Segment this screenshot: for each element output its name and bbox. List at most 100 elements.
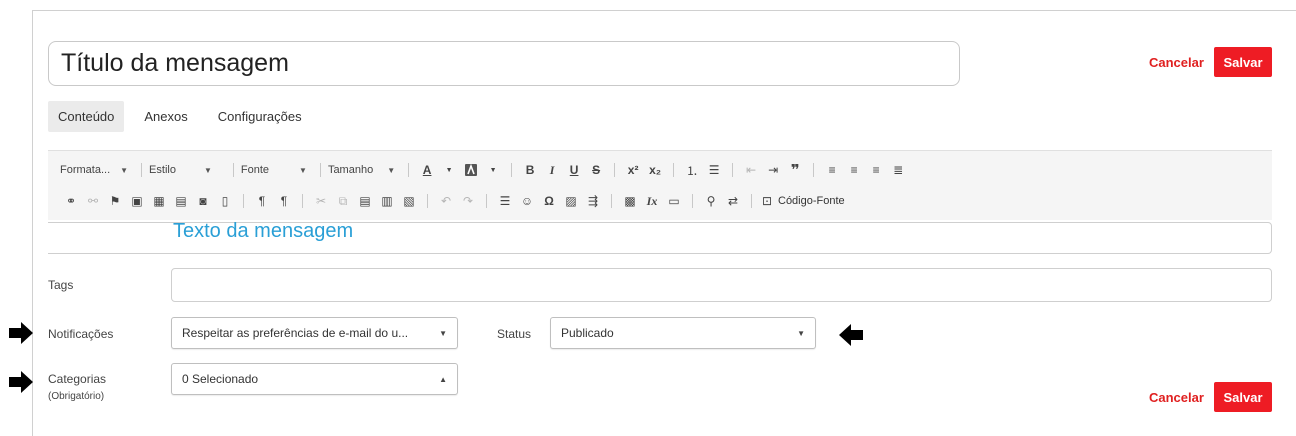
toolbar-row-1: Formata... ▼ Estilo ▼ Fonte ▼ Tamanho ▼ …	[60, 159, 909, 181]
size-combo-label: Tamanho	[327, 164, 374, 176]
chevron-up-icon: ▲	[439, 375, 447, 384]
maximize-icon[interactable]: ▭	[666, 193, 682, 209]
editor-body[interactable]: Texto da mensagem	[48, 220, 1272, 254]
toolbar-divider	[408, 163, 410, 177]
bulleted-list-icon[interactable]: ☰	[706, 162, 722, 178]
message-title-input[interactable]	[48, 41, 960, 86]
toolbar-row-2: ⚭ ⚯ ⚑ ▣ ▦ ▤ ◙ ▯ ¶ ¶ ✂ ⧉ ▤ ▥ ▧ ↶ ↷ ☰ ☺ Ω …	[60, 190, 851, 212]
rtl-direction-icon[interactable]: ¶	[276, 193, 292, 209]
link-icon[interactable]: ⚭	[63, 193, 79, 209]
toolbar-divider	[614, 163, 616, 177]
paste-icon[interactable]: ▤	[357, 193, 373, 209]
arrow-left-icon	[839, 324, 863, 346]
font-combo[interactable]: Fonte ▼	[241, 164, 307, 176]
bold-icon[interactable]: B	[522, 162, 538, 178]
video-icon[interactable]: ▤	[173, 193, 189, 209]
subscript-icon[interactable]: x₂	[647, 162, 663, 178]
tab-attachments[interactable]: Anexos	[134, 101, 197, 132]
toolbar-divider	[232, 163, 234, 177]
format-combo[interactable]: Formata... ▼	[60, 164, 128, 176]
save-button-bottom[interactable]: Salvar	[1214, 382, 1272, 412]
redo-icon[interactable]: ↷	[460, 193, 476, 209]
template-icon[interactable]: ▩	[622, 193, 638, 209]
categories-select[interactable]: 0 Selecionado ▲	[171, 363, 458, 395]
chevron-down-icon[interactable]: ▼	[485, 162, 501, 178]
chevron-down-icon: ▼	[439, 329, 447, 338]
iframe-icon[interactable]: ▨	[563, 193, 579, 209]
chevron-down-icon: ▼	[299, 165, 307, 175]
anchor-flag-icon[interactable]: ⚑	[107, 193, 123, 209]
paste-word-icon[interactable]: ▧	[401, 193, 417, 209]
toolbar-divider	[813, 163, 815, 177]
cancel-button-top[interactable]: Cancelar	[1149, 55, 1204, 70]
align-justify-icon[interactable]: ≣	[890, 162, 906, 178]
page-break-icon[interactable]: ⇶	[585, 193, 601, 209]
superscript-icon[interactable]: x²	[625, 162, 641, 178]
size-combo[interactable]: Tamanho ▼	[328, 164, 395, 176]
categories-select-value: 0 Selecionado	[182, 372, 259, 386]
align-left-icon[interactable]: ≡	[824, 162, 840, 178]
toolbar-divider	[751, 194, 752, 208]
cut-icon[interactable]: ✂	[313, 193, 329, 209]
tab-settings[interactable]: Configurações	[208, 101, 312, 132]
text-color-icon[interactable]: A	[419, 162, 435, 178]
categories-label: Categorias	[48, 372, 107, 386]
save-button-top[interactable]: Salvar	[1214, 47, 1272, 77]
notifications-select[interactable]: Respeitar as preferências de e-mail do u…	[171, 317, 458, 349]
undo-icon[interactable]: ↶	[438, 193, 454, 209]
increase-indent-icon[interactable]: ⇥	[765, 162, 781, 178]
strikethrough-icon[interactable]: S	[588, 162, 604, 178]
toolbar-divider	[486, 194, 487, 208]
status-select[interactable]: Publicado ▼	[550, 317, 816, 349]
style-combo[interactable]: Estilo ▼	[149, 164, 212, 176]
arrow-right-icon	[9, 322, 33, 344]
paste-text-icon[interactable]: ▥	[379, 193, 395, 209]
toolbar-divider	[611, 194, 612, 208]
document-icon[interactable]: ▯	[217, 193, 233, 209]
source-code-button[interactable]: ⊡ Código-Fonte	[759, 193, 845, 209]
chevron-down-icon[interactable]: ▼	[441, 162, 457, 178]
toolbar-divider	[243, 194, 244, 208]
image-icon[interactable]: ▣	[129, 193, 145, 209]
chevron-down-icon: ▼	[203, 165, 212, 175]
background-color-icon[interactable]	[463, 162, 479, 178]
toolbar-divider	[673, 163, 675, 177]
toolbar-divider	[427, 194, 428, 208]
decrease-indent-icon[interactable]: ⇤	[743, 162, 759, 178]
unlink-icon[interactable]: ⚯	[85, 193, 101, 209]
style-combo-label: Estilo	[149, 164, 176, 176]
source-code-icon: ⊡	[761, 194, 773, 208]
arrow-right-icon	[9, 371, 33, 393]
tags-input[interactable]	[171, 268, 1272, 302]
toolbar-divider	[732, 163, 734, 177]
replace-icon[interactable]: ⇄	[725, 193, 741, 209]
cancel-button-bottom[interactable]: Cancelar	[1149, 390, 1204, 405]
notifications-label: Notificações	[48, 327, 114, 341]
numbered-list-icon[interactable]: ⒈	[684, 162, 700, 178]
italic-icon[interactable]: I	[544, 162, 560, 178]
format-combo-label: Formata...	[60, 164, 111, 176]
smiley-icon[interactable]: ☺	[519, 193, 535, 209]
underline-icon[interactable]: U	[566, 162, 582, 178]
status-label: Status	[497, 327, 532, 341]
special-character-icon[interactable]: Ω	[541, 193, 557, 209]
tab-content[interactable]: Conteúdo	[48, 100, 125, 132]
media-icon[interactable]: ◙	[195, 193, 211, 209]
ltr-direction-icon[interactable]: ¶	[254, 193, 270, 209]
editor-toolbar: Formata... ▼ Estilo ▼ Fonte ▼ Tamanho ▼ …	[48, 150, 1272, 220]
chevron-down-icon: ▼	[797, 329, 805, 338]
align-center-icon[interactable]: ≡	[846, 162, 862, 178]
copy-icon[interactable]: ⧉	[335, 193, 351, 209]
toolbar-divider	[692, 194, 693, 208]
horizontal-line-icon[interactable]: ☰	[497, 193, 513, 209]
remove-format-icon[interactable]: Ix	[644, 193, 660, 209]
source-code-label: Código-Fonte	[778, 195, 845, 207]
table-icon[interactable]: ▦	[151, 193, 167, 209]
blockquote-icon[interactable]: ❞	[787, 162, 803, 179]
align-right-icon[interactable]: ≡	[868, 162, 884, 178]
chevron-down-icon: ▼	[120, 165, 129, 175]
editor-content-text: Texto da mensagem	[173, 220, 354, 242]
status-select-value: Publicado	[561, 326, 614, 340]
search-icon[interactable]: ⚲	[703, 193, 719, 209]
notifications-select-value: Respeitar as preferências de e-mail do u…	[182, 326, 409, 340]
